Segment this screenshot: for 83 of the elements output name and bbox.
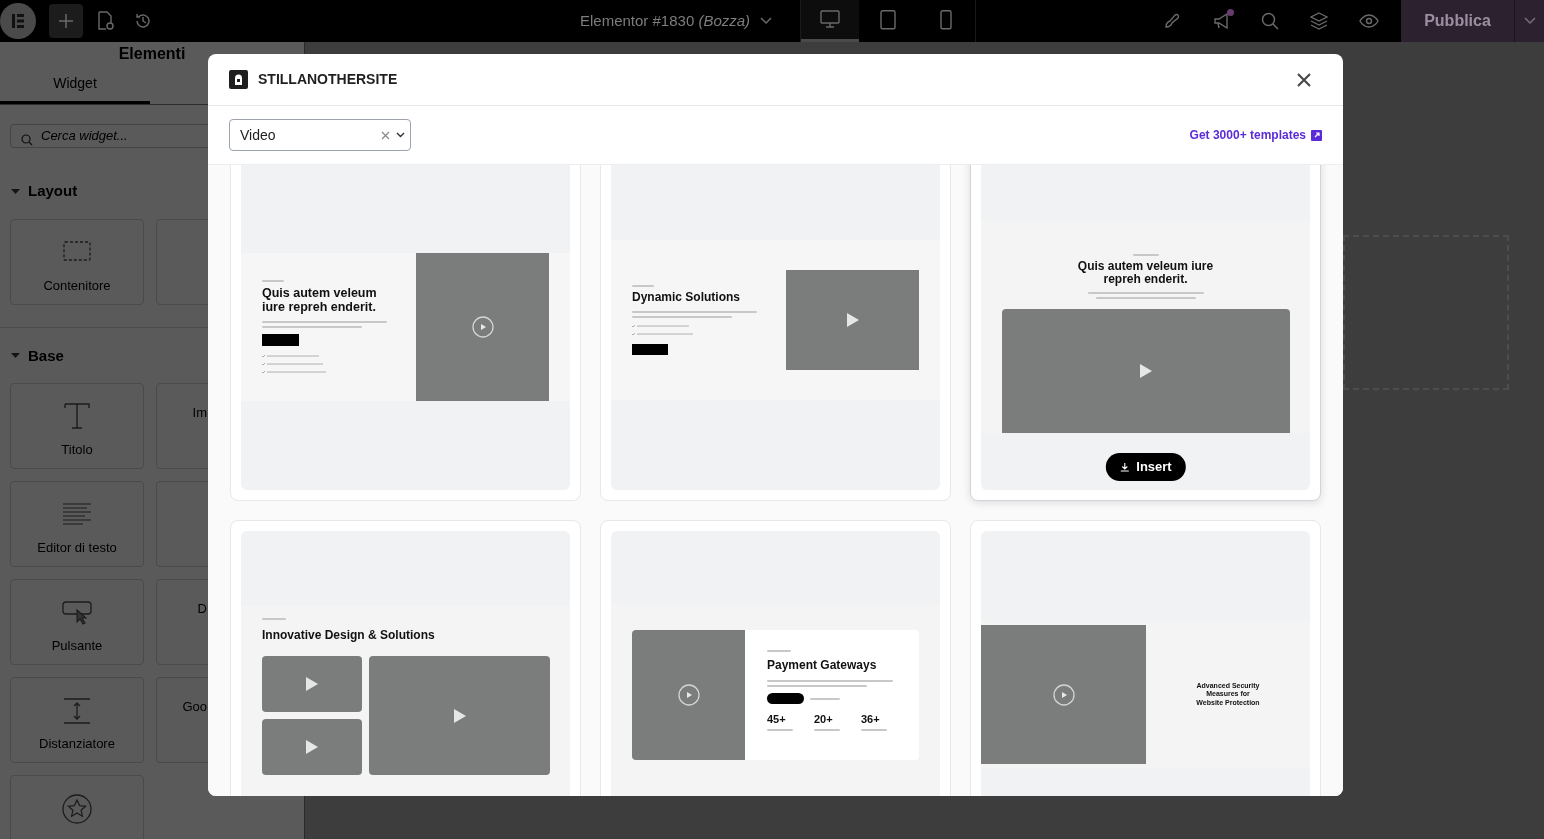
template-heading: Quis autem veleum iure repreh enderit.	[262, 285, 378, 315]
history-icon[interactable]	[134, 12, 152, 30]
section-title[interactable]: Layout	[28, 180, 78, 203]
template-heading: Payment Gateways	[767, 657, 878, 674]
page-settings-icon[interactable]	[96, 11, 114, 31]
checklist-line	[262, 362, 326, 367]
widget-tile[interactable]: Pulsante	[10, 579, 144, 665]
widget-tile[interactable]	[10, 775, 144, 839]
stat-value: 36+	[861, 714, 881, 725]
plus-icon	[58, 13, 74, 29]
site-name: STILLANOTHERSITE	[258, 70, 398, 89]
publish-button[interactable]: Pubblica	[1401, 0, 1514, 42]
publish-options-button[interactable]	[1514, 0, 1544, 42]
site-logo-icon	[229, 70, 248, 89]
template-heading: Innovative Design & Solutions	[262, 627, 436, 644]
template-card[interactable]: Payment Gateways 45+ 20+ 36+	[600, 520, 951, 796]
text-line	[262, 279, 284, 282]
search-icon[interactable]	[1261, 12, 1279, 30]
widget-label: Goo	[182, 699, 207, 714]
panel-tab[interactable]: Widget	[0, 66, 150, 104]
widget-label: Titolo	[61, 441, 93, 459]
stat-value: 20+	[814, 714, 834, 725]
panel-title: Elementi	[118, 44, 186, 64]
close-icon	[1296, 71, 1312, 88]
document-title[interactable]: Elementor #1830 (Bozza)	[580, 9, 751, 33]
text-line	[632, 284, 654, 287]
template-card[interactable]: Dynamic Solutions	[600, 165, 951, 501]
text-line	[814, 729, 840, 731]
tablet-icon	[878, 9, 899, 30]
rating-icon	[60, 792, 94, 824]
category-select[interactable]: Video	[229, 119, 411, 151]
widget-tile[interactable]: Editor di testo	[10, 481, 144, 567]
widget-label: Editor di testo	[37, 539, 117, 557]
elementor-logo-icon[interactable]	[0, 3, 36, 39]
text-line	[262, 618, 286, 620]
mini-button	[632, 344, 668, 356]
play-icon	[677, 684, 700, 706]
section-title[interactable]: Base	[28, 344, 64, 367]
layers-icon[interactable]	[1310, 12, 1328, 30]
device-desktop-tab[interactable]	[801, 0, 860, 42]
mini-button	[767, 693, 804, 704]
search-icon	[21, 134, 33, 146]
template-card[interactable]: Innovative Design & Solutions	[230, 520, 581, 796]
widget-label: Contenitore	[43, 276, 111, 295]
eye-icon[interactable]	[1359, 14, 1379, 28]
megaphone-icon[interactable]	[1213, 12, 1231, 30]
widget-label: Pulsante	[51, 637, 103, 655]
download-icon	[1119, 462, 1130, 472]
clear-icon[interactable]	[381, 130, 390, 140]
templates-link[interactable]: Get 3000+ templates	[1189, 126, 1322, 144]
caret-down-icon[interactable]	[11, 351, 20, 361]
text-line	[1132, 253, 1159, 256]
template-card[interactable]: Quis autem veleum iure repreh enderit. Insert	[970, 165, 1321, 501]
text-line	[810, 697, 840, 700]
chevron-down-icon	[1523, 17, 1536, 25]
play-icon	[845, 312, 860, 328]
widget-tile[interactable]: Contenitore	[10, 218, 144, 305]
text-line	[767, 729, 793, 731]
play-icon	[471, 316, 494, 338]
checklist-line	[632, 332, 696, 337]
widget-label: Distanziatore	[39, 735, 115, 753]
select-value: Video	[240, 125, 277, 145]
widget-label: D	[197, 601, 207, 616]
template-card[interactable]: Quis autem veleum iure repreh enderit.	[230, 165, 581, 501]
widget-label: Im	[192, 405, 207, 420]
widget-tile[interactable]: Distanziatore	[10, 677, 144, 763]
template-heading: Dynamic Solutions	[632, 290, 742, 305]
desktop-icon	[820, 9, 841, 30]
play-icon	[1138, 363, 1153, 379]
widget-tile[interactable]: Titolo	[10, 383, 144, 469]
checklist-line	[262, 370, 326, 375]
external-link-icon	[1311, 129, 1322, 141]
stat-value: 45+	[767, 714, 787, 725]
mini-button	[262, 334, 299, 347]
insert-button[interactable]: Insert	[1105, 453, 1186, 481]
text-line	[861, 729, 887, 731]
chevron-down-icon[interactable]	[396, 132, 405, 138]
play-icon	[452, 707, 467, 724]
add-element-button[interactable]	[49, 4, 83, 38]
play-icon	[1052, 683, 1075, 706]
text-line	[767, 650, 791, 652]
template-heading: Quis autem veleum iure repreh enderit.	[1076, 259, 1215, 286]
caret-down-icon[interactable]	[11, 186, 20, 196]
